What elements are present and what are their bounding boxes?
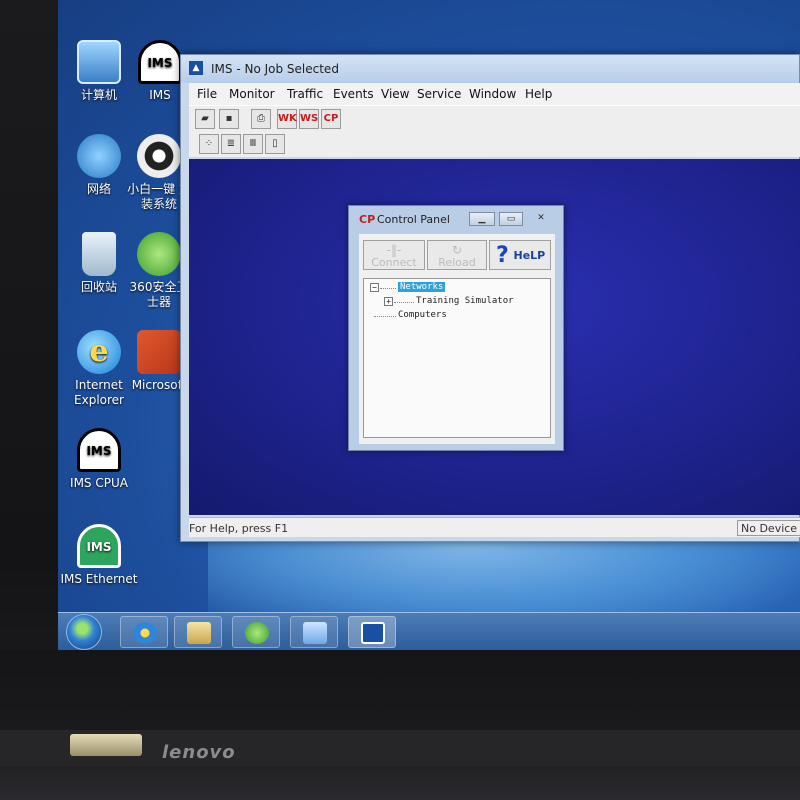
- reload-icon: ↻: [451, 243, 463, 257]
- ims-icon: IMS: [138, 40, 182, 84]
- control-panel-title-bar[interactable]: CP Control Panel ▁ ▭ ✕: [349, 206, 563, 232]
- reload-label: Reload: [438, 256, 476, 269]
- control-panel-window[interactable]: CP Control Panel ▁ ▭ ✕ -‖- Connect ↻ Rel…: [348, 205, 564, 451]
- tree-connector: [394, 302, 414, 303]
- connect-label: Connect: [371, 256, 417, 269]
- ims-cpua-icon: IMS: [77, 428, 121, 472]
- cp-button[interactable]: CP: [321, 109, 341, 129]
- laptop-lower-bezel: [0, 650, 800, 800]
- 360-security-icon: [137, 232, 181, 276]
- status-bar: For Help, press F1 No Device C: [189, 517, 800, 537]
- hinge-indicator: [70, 734, 142, 756]
- menu-events[interactable]: Events: [333, 87, 374, 101]
- tree-node-networks[interactable]: Networks: [398, 282, 446, 292]
- network-tree[interactable]: − Networks + Training Simulator Computer…: [363, 278, 551, 438]
- internet-explorer-icon: [133, 622, 157, 644]
- close-button[interactable]: ✕: [529, 212, 553, 226]
- taskbar-360[interactable]: [232, 616, 280, 648]
- expand-icon[interactable]: +: [384, 297, 393, 306]
- taskbar-file-explorer[interactable]: [174, 616, 222, 648]
- menu-window[interactable]: Window: [469, 87, 516, 101]
- ims-ethernet-icon: IMS: [77, 524, 121, 568]
- window-title-bar[interactable]: ▲ IMS - No Job Selected: [181, 55, 799, 83]
- network-icon: [77, 134, 121, 178]
- desktop-icon-label: IMS CPUA: [70, 476, 128, 490]
- control-panel-body: -‖- Connect ↻ Reload ? HeLP − Networks +…: [359, 234, 555, 444]
- start-button[interactable]: [66, 614, 102, 650]
- minimize-button[interactable]: ▁: [469, 212, 495, 226]
- tree-node-computers[interactable]: Computers: [398, 310, 447, 320]
- help-button[interactable]: ? HeLP: [489, 240, 551, 270]
- print-icon[interactable]: ⎙: [251, 109, 271, 129]
- status-help-text: For Help, press F1: [189, 522, 289, 535]
- recycle-bin-icon: [82, 232, 116, 276]
- list-view-icon[interactable]: ≣: [221, 134, 241, 154]
- menu-bar: File Monitor Traffic Events View Service…: [189, 83, 800, 105]
- laptop-brand-logo: lenovo: [162, 742, 236, 763]
- monitor-app-icon: [303, 622, 327, 644]
- desktop-icon-ims-cpua[interactable]: IMS IMS CPUA: [60, 428, 138, 491]
- window-title: IMS - No Job Selected: [211, 62, 339, 76]
- collapse-icon[interactable]: −: [370, 283, 379, 292]
- main-toolbar: ▰ ▪ ⎙ WK WS CP: [189, 105, 800, 131]
- menu-traffic[interactable]: Traffic: [287, 87, 323, 101]
- taskbar-internet-explorer[interactable]: [120, 616, 168, 648]
- menu-monitor[interactable]: Monitor: [229, 87, 275, 101]
- columns-view-icon[interactable]: Ⅲ: [243, 134, 263, 154]
- desktop-icon-label: IMS Ethernet: [60, 572, 138, 586]
- taskbar: [58, 612, 800, 650]
- desktop-icon-label: 网络: [86, 182, 111, 196]
- computer-icon: [77, 40, 121, 84]
- reload-button[interactable]: ↻ Reload: [427, 240, 487, 270]
- menu-service[interactable]: Service: [417, 87, 461, 101]
- tree-connector: [374, 316, 396, 317]
- ims-icon: [361, 622, 385, 644]
- question-mark-icon: ?: [496, 243, 509, 268]
- desktop-icon-label: Microsoft: [131, 378, 187, 392]
- microsoft-office-icon: [137, 330, 181, 374]
- desktop-icon-label: IMS: [149, 88, 171, 102]
- device-icon[interactable]: ▯: [265, 134, 285, 154]
- desktop-icon-ims-ethernet[interactable]: IMS IMS Ethernet: [60, 524, 138, 587]
- internet-explorer-icon: e: [77, 330, 121, 374]
- taskbar-desktop-app[interactable]: [290, 616, 338, 648]
- secondary-toolbar: ⁘ ≣ Ⅲ ▯: [189, 131, 800, 157]
- desktop-icon-label: 计算机: [80, 88, 117, 102]
- wk-button[interactable]: WK: [277, 109, 297, 129]
- 360-security-icon: [245, 622, 269, 644]
- tree-node-training-simulator[interactable]: Training Simulator: [416, 296, 514, 306]
- status-device-text: No Device C: [737, 520, 800, 536]
- desktop-icon-computer[interactable]: 计算机: [60, 40, 138, 103]
- taskbar-ims[interactable]: [348, 616, 396, 648]
- connect-icon: -‖-: [386, 243, 402, 257]
- menu-file[interactable]: File: [197, 87, 217, 101]
- folder-icon: [187, 622, 211, 644]
- control-panel-title: Control Panel: [377, 213, 450, 226]
- menu-help[interactable]: Help: [525, 87, 552, 101]
- save-icon[interactable]: ▪: [219, 109, 239, 129]
- connect-button[interactable]: -‖- Connect: [363, 240, 425, 270]
- menu-view[interactable]: View: [381, 87, 409, 101]
- tree-connector: [380, 288, 396, 289]
- help-label: HeLP: [513, 249, 546, 262]
- ws-button[interactable]: WS: [299, 109, 319, 129]
- cp-logo: CP: [359, 213, 376, 226]
- desktop-icon-label: 回收站: [80, 280, 117, 294]
- maximize-button[interactable]: ▭: [499, 212, 523, 226]
- ims-app-icon: ▲: [189, 61, 203, 75]
- grid-view-icon[interactable]: ⁘: [199, 134, 219, 154]
- open-icon[interactable]: ▰: [195, 109, 215, 129]
- desktop-icon-label: Internet Explorer: [74, 378, 124, 407]
- reinstall-tool-icon: [137, 134, 181, 178]
